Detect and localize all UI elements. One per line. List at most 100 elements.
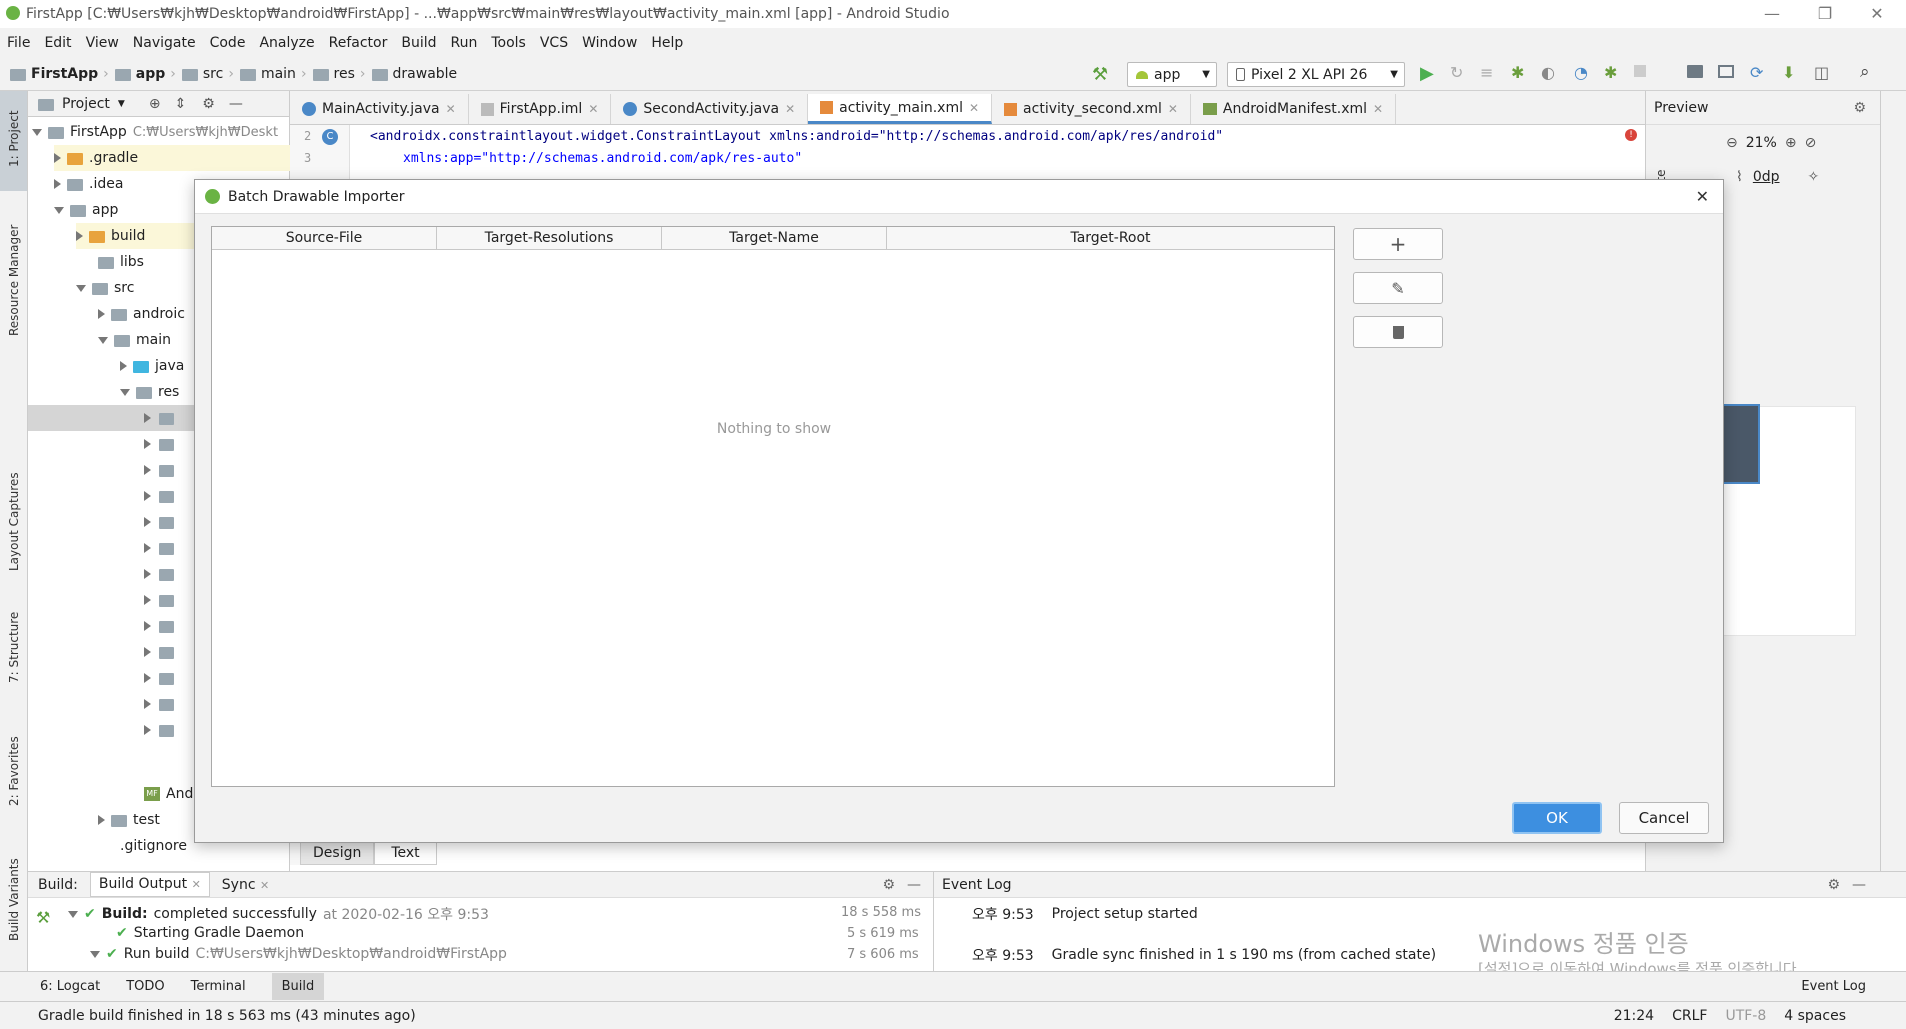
tab-second-activity[interactable]: SecondActivity.java ✕ bbox=[611, 94, 809, 124]
tab-activity-second[interactable]: activity_second.xml ✕ bbox=[992, 94, 1191, 124]
zoom-fit-icon[interactable]: ⊘ bbox=[1805, 135, 1817, 151]
menu-analyze[interactable]: Analyze bbox=[252, 35, 321, 51]
tree-row-root[interactable]: FirstApp C:₩Users₩kjh₩Deskt bbox=[32, 119, 278, 145]
text-tab[interactable]: Text bbox=[374, 841, 437, 865]
sync-gradle-icon[interactable]: ⟳ bbox=[1750, 63, 1763, 82]
hide-icon[interactable]: — bbox=[229, 96, 243, 112]
menu-file[interactable]: File bbox=[0, 35, 37, 51]
caret-position[interactable]: 21:24 bbox=[1614, 1008, 1654, 1024]
code-line-3[interactable]: xmlns:app="http://schemas.android.com/ap… bbox=[403, 151, 802, 166]
tree-row-manifest[interactable]: MF And bbox=[144, 781, 193, 807]
close-tab-icon[interactable]: ✕ bbox=[446, 102, 456, 116]
close-dialog-icon[interactable]: ✕ bbox=[1696, 187, 1709, 206]
tree-row-java[interactable]: java bbox=[120, 353, 184, 379]
todo-button[interactable]: TODO bbox=[126, 979, 164, 994]
tree-row-res[interactable]: res bbox=[120, 379, 179, 405]
build-row[interactable]: ✔ Build: completed successfully at 2020-… bbox=[68, 904, 489, 924]
close-tab-icon[interactable]: ✕ bbox=[1168, 102, 1178, 116]
zoom-in-icon[interactable]: ⊕ bbox=[1785, 135, 1797, 151]
menu-code[interactable]: Code bbox=[203, 35, 253, 51]
chevron-down-icon[interactable]: ▼ bbox=[118, 99, 125, 109]
delete-button[interactable] bbox=[1353, 316, 1443, 348]
run-config-select[interactable]: app ▼ bbox=[1127, 62, 1217, 87]
breadcrumb-drawable[interactable]: drawable bbox=[371, 66, 457, 82]
breadcrumb-firstapp[interactable]: FirstApp › bbox=[10, 66, 109, 82]
status-message[interactable]: Gradle build finished in 18 s 563 ms (43… bbox=[38, 1008, 416, 1024]
line-separator[interactable]: CRLF bbox=[1672, 1008, 1707, 1024]
event-log-row[interactable]: 오후 9:53 Gradle sync finished in 1 s 190 m… bbox=[972, 945, 1436, 965]
tree-row-libs[interactable]: libs bbox=[98, 249, 144, 275]
search-icon[interactable]: ⌕ bbox=[1860, 62, 1870, 82]
profile-icon[interactable]: ◔ bbox=[1574, 63, 1588, 82]
stripe-favorites-label[interactable]: 2: Favorites bbox=[7, 736, 21, 806]
tab-android-manifest[interactable]: AndroidManifest.xml ✕ bbox=[1191, 94, 1397, 124]
design-tab[interactable]: Design bbox=[300, 841, 375, 865]
project-structure-icon[interactable] bbox=[1687, 65, 1703, 78]
minimize-icon[interactable]: — bbox=[1762, 4, 1782, 24]
tree-row-android-test[interactable]: androic bbox=[98, 301, 185, 327]
hammer-icon[interactable]: ⚒ bbox=[1092, 64, 1108, 85]
tab-firstapp-iml[interactable]: FirstApp.iml ✕ bbox=[469, 94, 612, 124]
locate-icon[interactable]: ⊕ bbox=[149, 96, 161, 112]
tree-row-main[interactable]: main bbox=[98, 327, 171, 353]
event-log-button[interactable]: Event Log bbox=[1801, 979, 1866, 994]
tree-row-gitignore[interactable]: .gitignore bbox=[120, 833, 187, 859]
column-target-resolutions[interactable]: Target-Resolutions bbox=[437, 227, 662, 249]
resource-icon[interactable]: ◫ bbox=[1814, 63, 1829, 82]
tree-row-src[interactable]: src bbox=[76, 275, 134, 301]
gear-icon[interactable]: ⚙ bbox=[882, 877, 895, 893]
add-button[interactable]: + bbox=[1353, 228, 1443, 260]
sdk-manager-icon[interactable]: ⬇ bbox=[1782, 63, 1795, 82]
collapse-icon[interactable]: ⇕ bbox=[175, 96, 187, 112]
coverage-icon[interactable]: ◐ bbox=[1541, 63, 1555, 82]
build-button[interactable]: Build bbox=[271, 973, 325, 1000]
tab-build-output[interactable]: Build Output ✕ bbox=[89, 872, 210, 897]
column-target-name[interactable]: Target-Name bbox=[662, 227, 887, 249]
breadcrumb-src[interactable]: src › bbox=[181, 66, 234, 82]
zoom-out-icon[interactable]: ⊖ bbox=[1726, 135, 1738, 151]
close-tab-icon[interactable]: ✕ bbox=[1373, 102, 1383, 116]
encoding[interactable]: UTF-8 bbox=[1725, 1008, 1766, 1024]
close-tab-icon[interactable]: ✕ bbox=[588, 102, 598, 116]
edit-button[interactable]: ✎ bbox=[1353, 272, 1443, 304]
hide-icon[interactable]: — bbox=[907, 877, 921, 893]
class-gutter-icon[interactable]: C bbox=[322, 129, 338, 145]
column-source-file[interactable]: Source-File bbox=[212, 227, 437, 249]
debug-icon[interactable]: ✱ bbox=[1511, 63, 1524, 82]
avd-manager-icon[interactable] bbox=[1718, 65, 1734, 78]
apply-changes-icon[interactable]: ↻ bbox=[1450, 63, 1463, 82]
event-log-row[interactable]: 오후 9:53 Project setup started bbox=[972, 904, 1198, 924]
apply-code-icon[interactable]: ≡ bbox=[1480, 63, 1493, 82]
tree-row-app[interactable]: app bbox=[54, 197, 118, 223]
menu-build[interactable]: Build bbox=[394, 35, 443, 51]
gear-icon[interactable]: ⚙ bbox=[1827, 877, 1840, 893]
ok-button[interactable]: OK bbox=[1512, 802, 1602, 834]
stripe-resource-manager-label[interactable]: Resource Manager bbox=[7, 225, 21, 336]
gear-icon[interactable]: ⚙ bbox=[1853, 100, 1866, 116]
image-view-preview[interactable] bbox=[1720, 404, 1760, 484]
maximize-icon[interactable]: ❐ bbox=[1815, 4, 1835, 24]
breadcrumb-main[interactable]: main › bbox=[239, 66, 307, 82]
tree-row-gradle[interactable]: .gradle bbox=[54, 145, 290, 171]
close-tab-icon[interactable]: ✕ bbox=[785, 102, 795, 116]
menu-tools[interactable]: Tools bbox=[484, 35, 533, 51]
tab-activity-main[interactable]: activity_main.xml ✕ bbox=[808, 94, 993, 124]
menu-vcs[interactable]: VCS bbox=[533, 35, 575, 51]
indent[interactable]: 4 spaces bbox=[1784, 1008, 1846, 1024]
build-row[interactable]: ✔ Starting Gradle Daemon bbox=[116, 925, 304, 941]
breadcrumb-res[interactable]: res › bbox=[312, 66, 366, 82]
stripe-build-variants-label[interactable]: Build Variants bbox=[7, 858, 21, 941]
menu-help[interactable]: Help bbox=[644, 35, 690, 51]
breadcrumb-app[interactable]: app › bbox=[114, 66, 176, 82]
run-icon[interactable]: ▶ bbox=[1420, 63, 1434, 84]
build-row[interactable]: ✔ Run build C:₩Users₩kjh₩Desktop₩android… bbox=[90, 946, 507, 962]
error-icon[interactable]: ! bbox=[1625, 129, 1637, 141]
close-window-icon[interactable]: ✕ bbox=[1867, 4, 1887, 24]
hide-icon[interactable]: — bbox=[1852, 877, 1866, 893]
stripe-project-label[interactable]: 1: Project bbox=[7, 110, 21, 167]
logcat-button[interactable]: 6: Logcat bbox=[40, 979, 100, 994]
import-table[interactable]: Source-File Target-Resolutions Target-Na… bbox=[211, 226, 1335, 787]
tab-main-activity[interactable]: MainActivity.java ✕ bbox=[290, 94, 469, 124]
project-view-select[interactable]: Project bbox=[62, 96, 110, 112]
column-target-root[interactable]: Target-Root bbox=[887, 227, 1334, 249]
